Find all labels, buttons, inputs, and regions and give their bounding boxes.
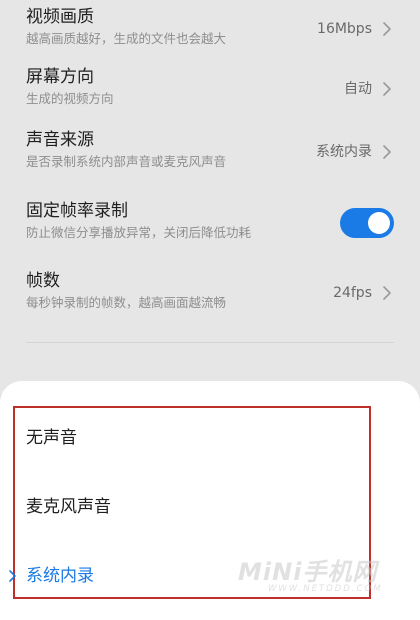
setting-subtitle: 越高画质越好，生成的文件也会越大 bbox=[26, 31, 227, 46]
watermark-url: WWW.NETDDD.COM bbox=[268, 584, 383, 594]
section-divider bbox=[26, 342, 394, 343]
setting-value: 自动 bbox=[344, 81, 372, 97]
chevron-right-icon bbox=[383, 22, 391, 36]
setting-title: 视频画质 bbox=[26, 7, 94, 27]
setting-fixed-framerate: 固定帧率录制 防止微信分享播放异常，关闭后降低功耗 bbox=[0, 200, 420, 256]
setting-screen-orientation[interactable]: 屏幕方向 生成的视频方向 自动 bbox=[0, 66, 420, 122]
setting-title: 帧数 bbox=[26, 271, 60, 291]
setting-value: 24fps bbox=[333, 285, 372, 301]
watermark: MiNi手机网 WWW.NETDDD.COM bbox=[238, 552, 410, 602]
setting-title: 固定帧率录制 bbox=[26, 201, 128, 221]
setting-subtitle: 每秒钟录制的帧数，越高画面越流畅 bbox=[26, 295, 227, 310]
setting-title: 声音来源 bbox=[26, 130, 94, 150]
setting-title: 屏幕方向 bbox=[26, 67, 94, 87]
setting-subtitle: 生成的视频方向 bbox=[26, 91, 114, 106]
fixed-framerate-toggle[interactable] bbox=[340, 208, 394, 238]
option-system-audio[interactable]: 系统内录 bbox=[26, 565, 94, 587]
setting-value: 16Mbps bbox=[317, 21, 372, 37]
option-no-sound[interactable]: 无声音 bbox=[26, 427, 77, 449]
watermark-text: MiNi手机网 bbox=[238, 558, 378, 586]
setting-value: 系统内录 bbox=[316, 144, 372, 160]
setting-subtitle: 防止微信分享播放异常，关闭后降低功耗 bbox=[26, 225, 252, 240]
chevron-right-icon bbox=[383, 145, 391, 159]
setting-audio-source[interactable]: 声音来源 是否录制系统内部声音或麦克风声音 系统内录 bbox=[0, 129, 420, 185]
chevron-right-icon bbox=[383, 82, 391, 96]
setting-subtitle: 是否录制系统内部声音或麦克风声音 bbox=[26, 154, 227, 169]
chevron-right-icon bbox=[383, 286, 391, 300]
toggle-knob bbox=[368, 212, 390, 234]
option-microphone[interactable]: 麦克风声音 bbox=[26, 496, 111, 518]
selected-chevron-icon bbox=[9, 570, 16, 582]
setting-video-quality[interactable]: 视频画质 越高画质越好，生成的文件也会越大 16Mbps bbox=[0, 6, 420, 62]
setting-frame-rate[interactable]: 帧数 每秒钟录制的帧数，越高画面越流畅 24fps bbox=[0, 270, 420, 326]
